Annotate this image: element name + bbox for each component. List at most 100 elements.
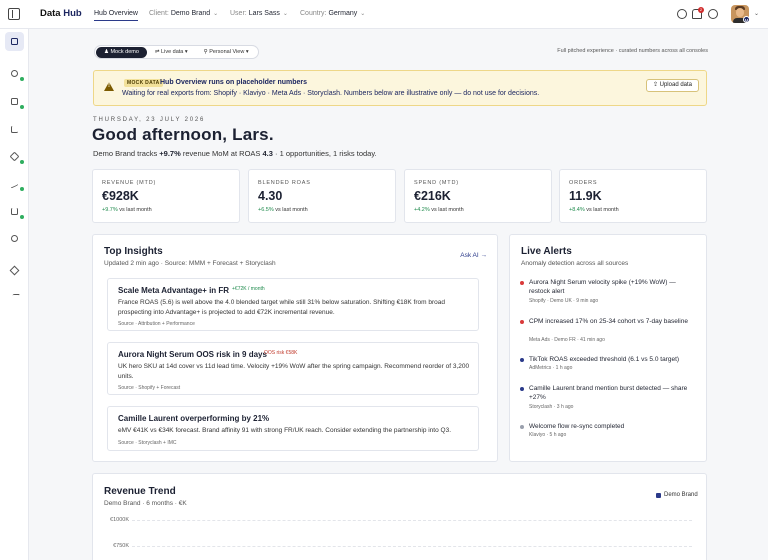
kpi-label: Spend (MTD) [414,180,459,186]
kpi-label: Blended ROAS [258,180,311,186]
page-title: Good afternoon, Lars. [92,125,274,144]
document-icon [11,98,18,105]
kpi-delta: +8.4% vs last month [569,207,619,213]
insight-card[interactable]: Camille Laurent overperforming by 21% eM… [107,406,479,451]
sidebar-item-attribution[interactable] [5,147,24,166]
gridline [132,520,692,521]
severity-dot [520,281,524,285]
insight-badge: OOS risk €58K [264,350,298,356]
alert-text: Welcome flow re-sync completed [529,423,625,430]
kpi-label: Orders [569,180,598,186]
alert-text: Aurora Night Serum velocity spike (+19% … [529,279,676,295]
country-selector[interactable]: Country: Germany ⌄ [300,10,365,17]
kpi-delta: +9.7% vs last month [102,207,152,213]
nav-hub-overview[interactable]: Hub Overview [94,10,138,21]
chevron-down-icon: ⌄ [213,11,219,17]
kpi-card-orders[interactable]: Orders 11.9K +8.4% vs last month [559,169,707,223]
cart-icon [11,208,18,215]
mock-data-banner: MOCK DATA Hub Overview runs on placehold… [93,70,707,106]
alert-meta: Shopify · Demo UK · 9 min ago [529,298,599,304]
kpi-card-spend[interactable]: Spend (MTD) €216K +4.2% vs last month [404,169,552,223]
sidebar-toggle-icon[interactable] [8,8,20,20]
tools-icon [9,265,20,276]
alert-meta: Klaviyo · 5 h ago [529,432,567,438]
kpi-delta: +4.2% vs last month [414,207,464,213]
insight-title: Scale Meta Advantage+ in FR [118,286,230,295]
upload-icon: ⇪ [652,82,658,88]
sidebar-item-insights[interactable] [5,64,24,83]
warning-icon [104,82,114,91]
user-selector[interactable]: User: Lars Sass ⌄ [230,10,288,17]
panel-subtitle: Demo Brand · 6 months · €K [104,500,187,507]
app-logo[interactable]: Data Hub [40,8,82,19]
chevron-down-icon: ⌄ [282,11,288,17]
refresh-icon[interactable] [677,9,687,19]
insight-body: France ROAS (5.6) is well above the 4.0 … [118,299,445,316]
sidebar-item-influencers[interactable] [5,229,24,248]
sidebar-item-monitoring[interactable] [5,288,24,307]
alert-meta: Storyclash · 3 h ago [529,404,574,410]
insight-card[interactable]: Aurora Night Serum OOS risk in 9 days OO… [107,342,479,395]
avatar-badge: M [743,16,750,23]
alert-meta: AdMetrics · 1 h ago [529,365,573,371]
sidebar-item-forecast[interactable] [5,174,24,193]
help-icon[interactable] [708,9,718,19]
gridline [132,546,692,547]
kpi-label: Revenue (MTD) [102,180,157,186]
alert-item[interactable]: Camille Laurent brand mention burst dete… [520,384,700,412]
severity-dot [520,320,524,324]
insight-title: Aurora Night Serum OOS risk in 9 days [118,350,267,359]
insight-card[interactable]: Scale Meta Advantage+ in FR +€72K / mont… [107,278,479,331]
bar-chart-icon [11,126,18,133]
banner-text: Waiting for real exports from: Shopify ·… [122,90,540,97]
chevron-down-icon: ⌄ [360,11,366,17]
sidebar-item-commerce[interactable] [5,202,24,221]
kpi-card-revenue[interactable]: Revenue (MTD) €928K +9.7% vs last month [92,169,240,223]
status-dot [20,187,24,191]
client-selector[interactable]: Client: Demo Brand ⌄ [149,10,218,17]
alert-text: TikTok ROAS exceeded threshold (6.1 vs 5… [529,356,680,363]
alert-item[interactable]: Aurora Night Serum velocity spike (+19% … [520,278,700,306]
chip-personal-view[interactable]: ⚲ Personal View ▾ [196,47,257,58]
severity-dot [520,387,524,391]
chip-live-data[interactable]: ⇌ Live data ▾ [147,47,196,58]
top-insights-panel: Top Insights Updated 2 min ago · Source:… [92,234,498,462]
pulse-icon [8,294,21,301]
chip-mock-demo[interactable]: ♟ Mock demo [96,46,147,58]
sidebar-item-overview[interactable] [5,32,24,51]
upload-data-button[interactable]: ⇪ Upload data [645,79,699,92]
sidebar [0,29,29,560]
panel-subtitle: Updated 2 min ago · Source: MMM + Foreca… [104,260,276,267]
alert-text: CPM increased 17% on 25-34 cohort vs 7-d… [529,318,688,325]
insight-source: Source · Shopify + Forecast [118,385,181,391]
sidebar-item-reports[interactable] [5,92,24,111]
mock-data-tag: MOCK DATA [124,79,163,87]
grid-icon [11,38,18,45]
y-tick-label: €1000K [110,517,129,523]
kpi-delta: +6.5% vs last month [258,207,308,213]
legend-label: Demo Brand [664,492,698,498]
ask-ai-button[interactable]: Ask AI → [460,252,487,259]
trend-icon [11,178,18,189]
chevron-down-icon[interactable]: ⌄ [754,10,759,17]
sidebar-item-tools[interactable] [5,261,24,280]
panel-title: Live Alerts [521,246,572,257]
alert-item[interactable]: Welcome flow re-sync completed Klaviyo ·… [520,422,700,442]
users-icon [11,235,18,242]
top-bar: Data Hub Hub Overview Client: Demo Brand ⌄… [0,0,768,29]
alert-item[interactable]: CPM increased 17% on 25-34 cohort vs 7-d… [520,317,700,345]
kpi-value: 11.9K [569,189,602,203]
consoles-note: Full pitched experience · curated number… [557,48,708,54]
status-dot [20,77,24,81]
kpi-value: 4.30 [258,189,283,203]
live-alerts-panel: Live Alerts Anomaly detection across all… [509,234,707,462]
route-icon [9,151,20,162]
panel-title: Top Insights [104,246,163,257]
severity-dot [520,425,524,429]
y-tick-label: €750K [113,543,129,549]
sidebar-item-analytics[interactable] [5,120,24,139]
kpi-card-roas[interactable]: Blended ROAS 4.30 +6.5% vs last month [248,169,396,223]
alert-item[interactable]: TikTok ROAS exceeded threshold (6.1 vs 5… [520,355,700,375]
status-dot [20,215,24,219]
banner-title: Hub Overview runs on placeholder numbers [160,79,308,86]
